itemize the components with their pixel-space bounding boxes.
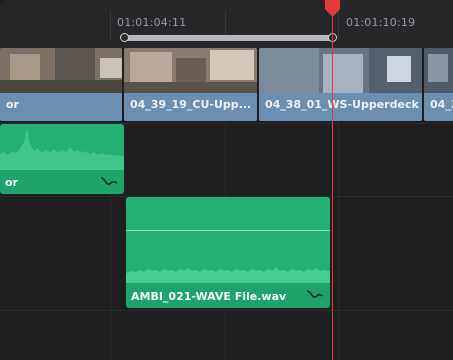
in-out-range-bar[interactable] [124,35,332,41]
curve-icon[interactable] [100,174,118,188]
track-divider [0,310,453,311]
timeline-ruler[interactable]: 01:01:04:11 01:01:10:19 [0,0,453,48]
video-clip[interactable]: 04_3 [424,48,453,121]
range-in-handle[interactable] [120,33,129,42]
playhead-line[interactable] [332,8,333,360]
clip-thumbnail [124,48,257,93]
video-track: or 04_39_19_CU-Upp... 04_38_01_WS-Upperd… [0,48,453,122]
clip-thumbnail [259,48,422,93]
clip-name: 04_39_19_CU-Upp... [130,98,252,111]
clip-name: 04_3 [430,98,453,111]
timeline-panel: 01:01:04:11 01:01:10:19 or 04_39_19_CU-U… [0,0,453,360]
clip-name: or [5,176,18,189]
audio-clip[interactable]: AMBI_021-WAVE File.wav [126,197,330,308]
curve-icon[interactable] [306,287,324,301]
timecode-label: 01:01:10:19 [346,16,416,29]
timecode-label: 01:01:04:11 [117,16,187,29]
clip-name: AMBI_021-WAVE File.wav [131,290,287,303]
clip-thumbnail [0,48,122,93]
clip-thumbnail [424,48,453,93]
audio-clip[interactable]: or [0,124,124,194]
ruler-tick [110,10,111,40]
clip-name: or [6,98,19,111]
video-clip[interactable]: or [0,48,122,121]
volume-line[interactable] [126,230,330,231]
waveform [0,124,124,170]
video-clip[interactable]: 04_39_19_CU-Upp... [124,48,257,121]
playhead-marker-icon[interactable] [324,0,341,17]
video-clip[interactable]: 04_38_01_WS-Upperdeck [259,48,422,121]
clip-name: 04_38_01_WS-Upperdeck [265,98,419,111]
waveform [126,197,330,283]
